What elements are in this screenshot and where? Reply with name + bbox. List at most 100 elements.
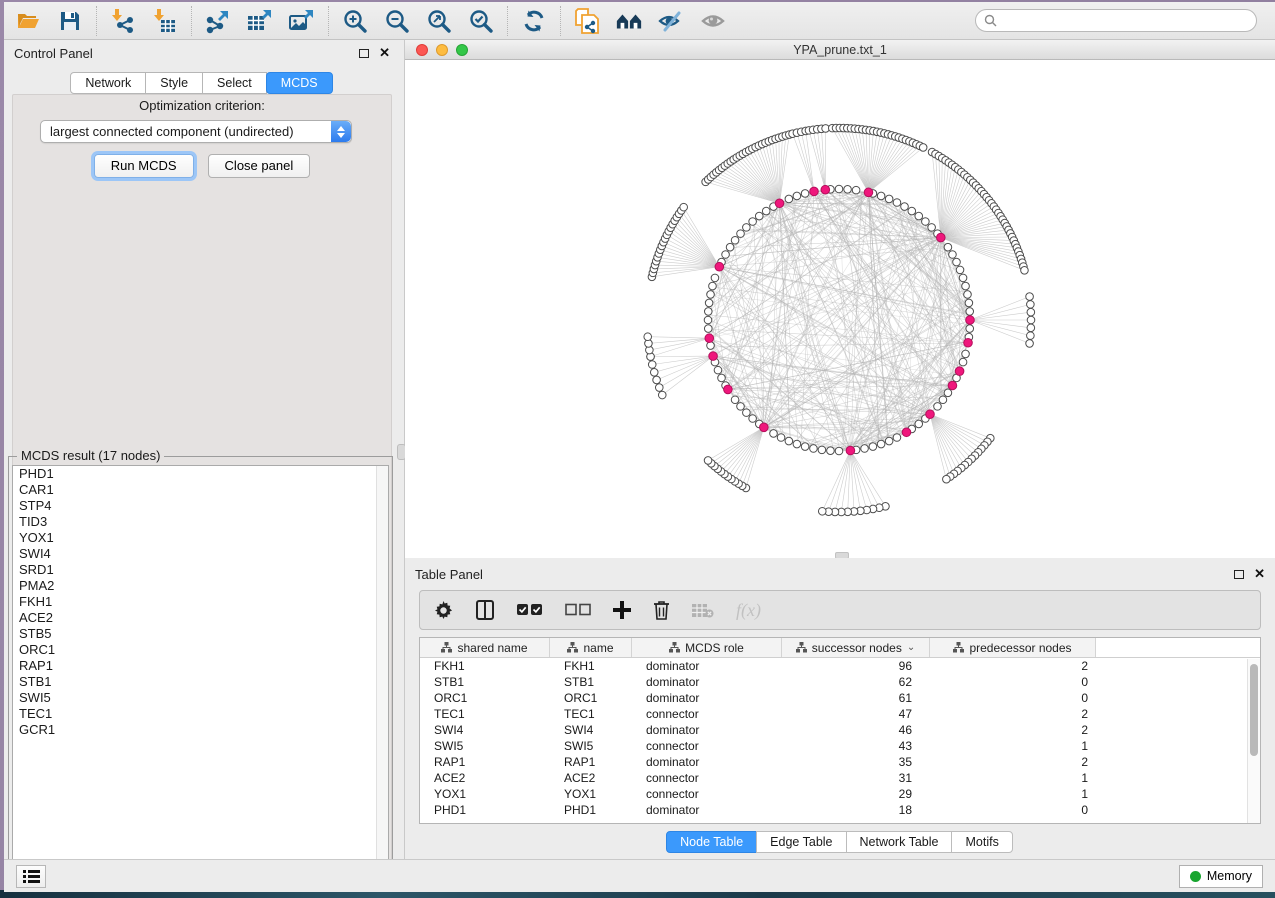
- network-node[interactable]: [658, 391, 666, 399]
- network-node[interactable]: [714, 366, 722, 374]
- network-node[interactable]: [962, 282, 970, 290]
- cell-shared-name[interactable]: TEC1: [420, 707, 550, 721]
- network-node[interactable]: [711, 274, 719, 282]
- cell-shared-name[interactable]: ACE2: [420, 771, 550, 785]
- mcds-result-item[interactable]: GCR1: [13, 722, 388, 738]
- cell-successor-nodes[interactable]: 62: [782, 675, 930, 689]
- cell-name[interactable]: PHD1: [550, 803, 632, 817]
- column-header-successor-nodes[interactable]: successor nodes⌄: [782, 638, 930, 657]
- cell-name[interactable]: SWI4: [550, 723, 632, 737]
- mcds-node[interactable]: [709, 352, 718, 361]
- tab-select[interactable]: Select: [202, 72, 267, 94]
- network-node[interactable]: [901, 203, 909, 211]
- network-node[interactable]: [965, 299, 973, 307]
- deselect-all-icon[interactable]: [565, 603, 591, 617]
- mcds-node[interactable]: [705, 334, 714, 343]
- network-node[interactable]: [959, 358, 967, 366]
- zoom-selected-icon[interactable]: [467, 7, 495, 35]
- cell-MCDS-role[interactable]: dominator: [632, 723, 782, 737]
- network-node[interactable]: [801, 190, 809, 198]
- table-row[interactable]: ACE2ACE2connector311: [420, 770, 1260, 786]
- open-file-icon[interactable]: [14, 7, 42, 35]
- network-node[interactable]: [648, 361, 656, 369]
- cell-predecessor-nodes[interactable]: 2: [930, 755, 1096, 769]
- cell-predecessor-nodes[interactable]: 1: [930, 787, 1096, 801]
- network-node[interactable]: [852, 186, 860, 194]
- network-node[interactable]: [749, 415, 757, 423]
- network-node[interactable]: [731, 396, 739, 404]
- copy-style-icon[interactable]: [573, 7, 601, 35]
- network-node[interactable]: [943, 475, 951, 483]
- tab-motifs[interactable]: Motifs: [951, 831, 1012, 853]
- network-node[interactable]: [707, 342, 715, 350]
- network-node[interactable]: [737, 403, 745, 411]
- network-node[interactable]: [827, 447, 835, 455]
- network-node[interactable]: [939, 396, 947, 404]
- tab-edge-table[interactable]: Edge Table: [756, 831, 846, 853]
- network-node[interactable]: [718, 374, 726, 382]
- network-node[interactable]: [959, 274, 967, 282]
- delete-column-icon[interactable]: [653, 600, 670, 620]
- cell-name[interactable]: ACE2: [550, 771, 632, 785]
- tab-style[interactable]: Style: [145, 72, 203, 94]
- mcds-node[interactable]: [760, 423, 769, 432]
- cell-shared-name[interactable]: YOX1: [420, 787, 550, 801]
- cell-MCDS-role[interactable]: connector: [632, 739, 782, 753]
- tab-network[interactable]: Network: [70, 72, 146, 94]
- cell-MCDS-role[interactable]: connector: [632, 787, 782, 801]
- cell-name[interactable]: ORC1: [550, 691, 632, 705]
- cell-successor-nodes[interactable]: 43: [782, 739, 930, 753]
- network-canvas[interactable]: [405, 60, 1275, 561]
- network-node[interactable]: [1027, 308, 1035, 316]
- network-node[interactable]: [964, 291, 972, 299]
- column-header-shared-name[interactable]: shared name: [420, 638, 550, 657]
- network-node[interactable]: [755, 212, 763, 220]
- table-row[interactable]: TEC1TEC1connector472: [420, 706, 1260, 722]
- cell-MCDS-role[interactable]: connector: [632, 707, 782, 721]
- cell-shared-name[interactable]: ORC1: [420, 691, 550, 705]
- network-node[interactable]: [810, 445, 818, 453]
- network-node[interactable]: [944, 243, 952, 251]
- network-node[interactable]: [749, 218, 757, 226]
- network-node[interactable]: [680, 203, 688, 211]
- tab-network-table[interactable]: Network Table: [846, 831, 953, 853]
- column-header-MCDS-role[interactable]: MCDS role: [632, 638, 782, 657]
- mcds-result-item[interactable]: PHD1: [13, 466, 388, 482]
- network-node[interactable]: [644, 333, 652, 341]
- table-row[interactable]: YOX1YOX1connector291: [420, 786, 1260, 802]
- add-column-icon[interactable]: [613, 601, 631, 619]
- cell-predecessor-nodes[interactable]: 0: [930, 675, 1096, 689]
- network-node[interactable]: [928, 224, 936, 232]
- network-node[interactable]: [915, 212, 923, 220]
- network-node[interactable]: [653, 376, 661, 384]
- mcds-result-item[interactable]: TEC1: [13, 706, 388, 722]
- float-panel-icon[interactable]: [359, 49, 369, 58]
- mcds-result-item[interactable]: SRD1: [13, 562, 388, 578]
- search-input[interactable]: [975, 9, 1257, 32]
- memory-button[interactable]: Memory: [1179, 865, 1263, 888]
- network-node[interactable]: [743, 409, 751, 417]
- mcds-result-item[interactable]: STB5: [13, 626, 388, 642]
- select-all-icon[interactable]: [517, 603, 543, 617]
- mcds-result-item[interactable]: YOX1: [13, 530, 388, 546]
- network-node[interactable]: [704, 325, 712, 333]
- cell-shared-name[interactable]: SWI5: [420, 739, 550, 753]
- network-node[interactable]: [731, 236, 739, 244]
- mcds-result-item[interactable]: STP4: [13, 498, 388, 514]
- network-node[interactable]: [737, 230, 745, 238]
- cell-MCDS-role[interactable]: dominator: [632, 659, 782, 673]
- network-node[interactable]: [743, 224, 751, 232]
- table-row[interactable]: SWI4SWI4dominator462: [420, 722, 1260, 738]
- cell-successor-nodes[interactable]: 31: [782, 771, 930, 785]
- table-settings-icon[interactable]: [434, 601, 453, 620]
- table-row[interactable]: SWI5SWI5connector431: [420, 738, 1260, 754]
- network-node[interactable]: [793, 192, 801, 200]
- cell-predecessor-nodes[interactable]: 2: [930, 659, 1096, 673]
- network-node[interactable]: [885, 437, 893, 445]
- close-table-panel-icon[interactable]: ✕: [1254, 566, 1265, 582]
- table-row[interactable]: PHD1PHD1dominator180: [420, 802, 1260, 818]
- export-network-icon[interactable]: [204, 7, 232, 35]
- network-node[interactable]: [777, 434, 785, 442]
- cell-shared-name[interactable]: RAP1: [420, 755, 550, 769]
- network-node[interactable]: [709, 282, 717, 290]
